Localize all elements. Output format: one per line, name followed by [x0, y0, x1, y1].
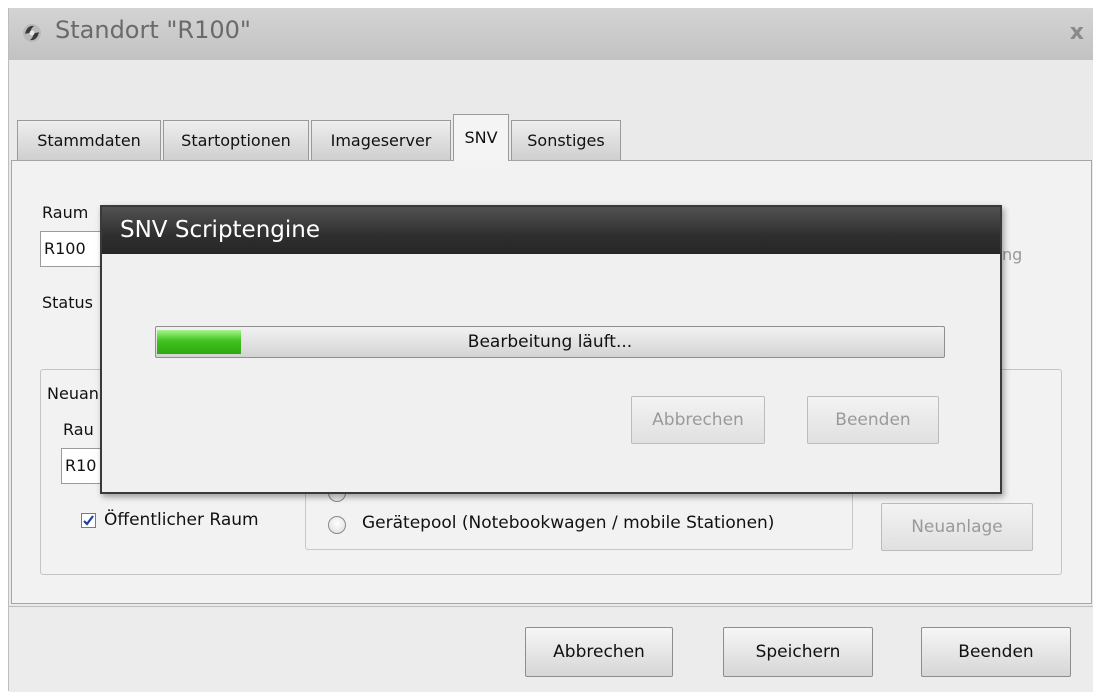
tab-stammdaten[interactable]: Stammdaten: [17, 120, 161, 160]
modal-cancel-button[interactable]: Abbrechen: [631, 396, 765, 444]
device-pool-label: Gerätepool (Notebookwagen / mobile Stati…: [362, 513, 775, 533]
modal-titlebar[interactable]: SNV Scriptengine: [102, 207, 1000, 254]
progress-bar: Bearbeitung läuft...: [155, 326, 945, 358]
window-title: Standort "R100": [55, 16, 251, 44]
tab-sonstiges[interactable]: Sonstiges: [511, 120, 621, 160]
public-room-checkbox[interactable]: [81, 513, 96, 528]
tab-snv[interactable]: SNV: [453, 114, 509, 161]
close-icon[interactable]: x: [1070, 20, 1084, 45]
checkmark-icon: [83, 515, 94, 526]
neuanlage-button[interactable]: Neuanlage: [881, 503, 1033, 551]
status-label: Status: [42, 293, 93, 312]
public-room-label: Öffentlicher Raum: [104, 510, 259, 530]
tab-imageserver[interactable]: Imageserver: [311, 120, 451, 160]
close-button[interactable]: Beenden: [921, 627, 1071, 677]
save-button[interactable]: Speichern: [723, 627, 873, 677]
info-text-fragment: ng: [1002, 245, 1023, 264]
cancel-button[interactable]: Abbrechen: [525, 627, 673, 677]
dialog-footer: Abbrechen Speichern Beenden: [9, 606, 1093, 692]
neuanlage-group-title: Neuan: [47, 384, 99, 403]
new-raum-label: Rau: [63, 420, 94, 439]
device-pool-radio[interactable]: [328, 516, 346, 534]
snv-scriptengine-dialog: SNV Scriptengine Bearbeitung läuft... Ab…: [100, 205, 1002, 494]
modal-title: SNV Scriptengine: [120, 217, 321, 243]
modal-close-button[interactable]: Beenden: [807, 396, 939, 444]
window-titlebar[interactable]: Standort "R100" x: [9, 8, 1093, 60]
progress-status-text: Bearbeitung läuft...: [467, 332, 633, 352]
raum-label: Raum: [42, 203, 89, 222]
tab-startoptionen[interactable]: Startoptionen: [163, 120, 309, 160]
app-gear-icon: [23, 24, 41, 42]
